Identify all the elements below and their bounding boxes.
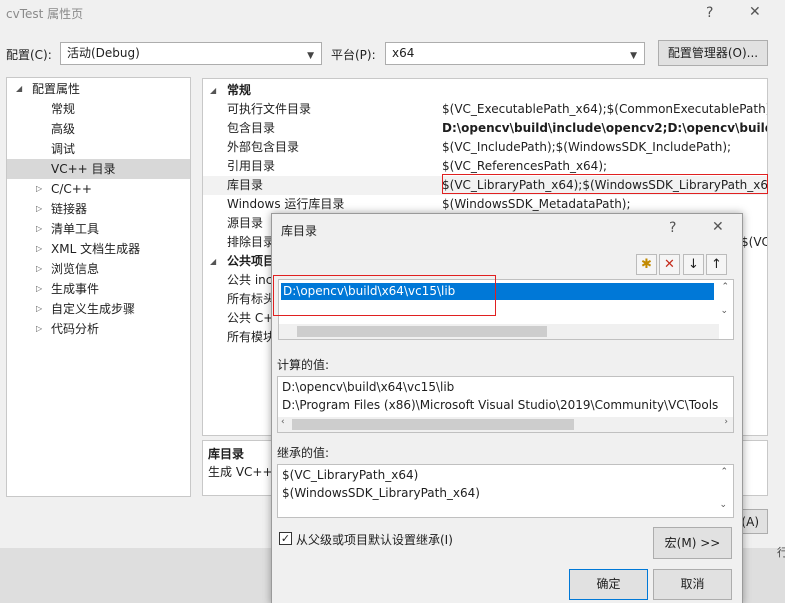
chevron-down-icon: ▼ — [307, 51, 314, 61]
tree-expand-icon: ▷ — [36, 324, 43, 333]
tree-expand-icon: ▷ — [36, 304, 43, 313]
tree-item-custom-build[interactable]: ▷ 自定义生成步骤 — [7, 299, 190, 319]
highlight-box — [442, 174, 768, 194]
move-down-button[interactable]: ↓ — [683, 254, 704, 275]
description-title: 库目录 — [208, 447, 245, 461]
property-row[interactable]: Windows 运行库目录 $(WindowsSDK_MetadataPath); — [203, 195, 767, 214]
window-title: cvTest 属性页 — [6, 7, 84, 21]
tree-item-advanced[interactable]: 高级 — [7, 119, 190, 139]
scroll-right-icon[interactable]: › — [724, 417, 728, 427]
macros-button[interactable]: 宏(M) >> — [653, 527, 732, 559]
dialog-title: 库目录 — [281, 224, 318, 238]
tree-expand-icon: ▷ — [36, 264, 43, 273]
property-row[interactable]: 包含目录 D:\opencv\build\include\opencv2;D:\o… — [203, 119, 767, 138]
config-select[interactable]: 活动(Debug) ▼ — [60, 42, 322, 65]
dialog-help-button[interactable]: ? — [669, 220, 676, 236]
platform-select[interactable]: x64 ▼ — [385, 42, 645, 65]
inherited-values: $(VC_LibraryPath_x64) $(WindowsSDK_Libra… — [277, 464, 734, 518]
close-button[interactable]: ✕ — [749, 4, 761, 20]
tree-expand-icon: ▷ — [36, 244, 43, 253]
new-folder-icon: ✱ — [641, 257, 652, 272]
computed-line: D:\opencv\build\x64\vc15\lib — [282, 380, 455, 394]
computed-line: D:\Program Files (x86)\Microsoft Visual … — [282, 398, 719, 412]
tree-item-linker[interactable]: ▷ 链接器 — [7, 199, 190, 219]
cancel-button[interactable]: 取消 — [653, 569, 732, 600]
ok-button[interactable]: 确定 — [569, 569, 648, 600]
tree-item-general[interactable]: 常规 — [7, 99, 190, 119]
inherit-checkbox[interactable]: ✓ — [279, 532, 292, 545]
background-text: 行 — [777, 546, 785, 559]
new-line-button[interactable]: ✱ — [636, 254, 657, 275]
scroll-down-icon[interactable]: ⌄ — [719, 500, 727, 510]
arrow-up-icon: ↑ — [711, 257, 722, 272]
platform-label: 平台(P): — [331, 48, 376, 62]
config-manager-button[interactable]: 配置管理器(O)... — [658, 40, 768, 66]
scroll-down-icon[interactable]: ⌄ — [720, 306, 728, 316]
tree-panel: ◢ 配置属性 常规 高级 调试 VC++ 目录 ▷ C/C++ ▷ 链接器 ▷ 清单工… — [6, 77, 191, 497]
config-label: 配置(C): — [6, 48, 52, 62]
tree-expand-icon: ▷ — [36, 224, 43, 233]
delete-button[interactable]: ✕ — [659, 254, 680, 275]
config-select-value: 活动(Debug) — [67, 46, 140, 60]
tree-expand-icon: ▷ — [36, 184, 43, 193]
platform-select-value: x64 — [392, 46, 415, 60]
computed-hscrollbar[interactable]: ‹ › — [278, 417, 733, 432]
arrow-down-icon: ↓ — [688, 257, 699, 272]
tree-root[interactable]: ◢ 配置属性 — [7, 79, 190, 99]
collapse-icon: ◢ — [210, 86, 217, 95]
property-row[interactable]: 可执行文件目录 $(VC_ExecutablePath_x64);$(Common… — [203, 100, 767, 119]
scrollbar-thumb[interactable] — [297, 326, 547, 337]
scroll-up-icon[interactable]: ⌃ — [720, 467, 728, 477]
computed-label: 计算的值: — [277, 358, 330, 372]
tree-item-debugging[interactable]: 调试 — [7, 139, 190, 159]
tree-item-browse-info[interactable]: ▷ 浏览信息 — [7, 259, 190, 279]
collapse-icon: ◢ — [210, 257, 217, 266]
tree-collapse-icon: ◢ — [16, 84, 23, 93]
scroll-left-icon[interactable]: ‹ — [281, 417, 285, 427]
move-up-button[interactable]: ↑ — [706, 254, 727, 275]
inherited-line: $(WindowsSDK_LibraryPath_x64) — [282, 486, 480, 500]
tree-item-vc-directories[interactable]: VC++ 目录 — [7, 159, 190, 179]
tree-item-code-analysis[interactable]: ▷ 代码分析 — [7, 319, 190, 339]
entries-hscrollbar[interactable] — [279, 324, 719, 339]
computed-values: D:\opencv\build\x64\vc15\lib D:\Program … — [277, 376, 734, 433]
tree-item-manifest-tool[interactable]: ▷ 清单工具 — [7, 219, 190, 239]
inherited-label: 继承的值: — [277, 446, 330, 460]
tree-expand-icon: ▷ — [36, 204, 43, 213]
help-button[interactable]: ? — [706, 5, 713, 21]
description-text: 生成 VC++ — [208, 465, 273, 479]
inherit-checkbox-label[interactable]: 从父级或项目默认设置继承(I) — [296, 531, 453, 548]
property-row[interactable]: 外部包含目录 $(VC_IncludePath);$(WindowsSDK_Inc… — [203, 138, 767, 157]
tree-expand-icon: ▷ — [36, 284, 43, 293]
dialog-close-button[interactable]: ✕ — [712, 219, 724, 235]
scroll-up-icon[interactable]: ⌃ — [721, 282, 729, 292]
chevron-down-icon: ▼ — [630, 51, 637, 61]
tree-item-build-events[interactable]: ▷ 生成事件 — [7, 279, 190, 299]
tree-item-xml-doc[interactable]: ▷ XML 文档生成器 — [7, 239, 190, 259]
category-general[interactable]: ◢ 常规 — [203, 81, 767, 100]
entry-highlight-box — [273, 275, 496, 316]
library-dirs-dialog: 库目录 ? ✕ ✱ ✕ ↓ ↑ D:\opencv\build\x64\vc15… — [271, 213, 743, 603]
scrollbar-thumb[interactable] — [292, 419, 574, 430]
tree-item-c-cpp[interactable]: ▷ C/C++ — [7, 179, 190, 199]
inherited-line: $(VC_LibraryPath_x64) — [282, 468, 419, 482]
delete-icon: ✕ — [664, 257, 675, 272]
